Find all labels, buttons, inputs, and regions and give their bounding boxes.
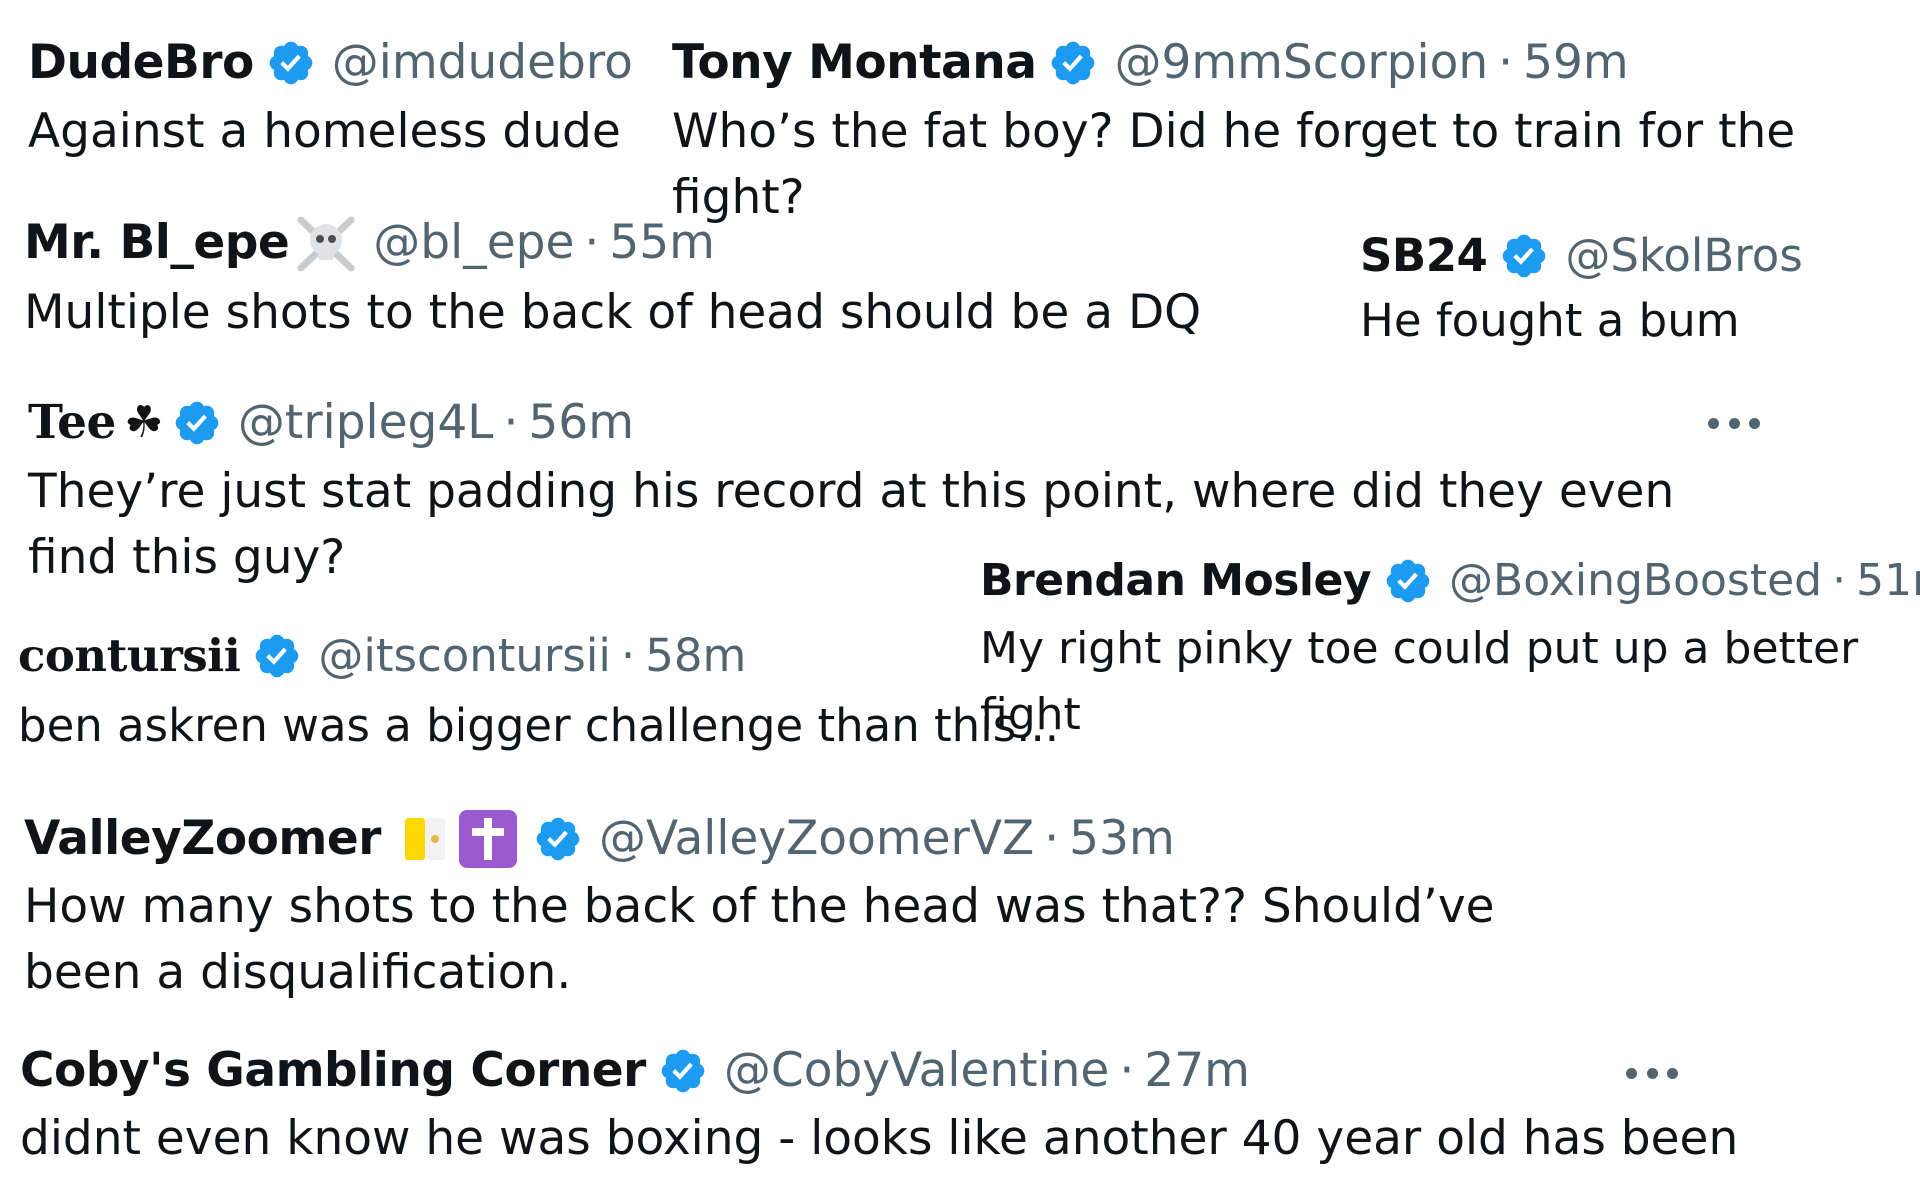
reply-valleyzoomer[interactable]: ValleyZoomer @ValleyZoomerVZ · 53m How m… bbox=[24, 808, 1724, 1006]
separator-dot: · bbox=[584, 215, 600, 270]
timestamp[interactable]: 56m bbox=[528, 392, 634, 454]
more-options-button[interactable] bbox=[1626, 1068, 1678, 1080]
more-dot bbox=[1728, 418, 1740, 429]
handle[interactable]: @itscontursii bbox=[318, 625, 611, 687]
shamrock-icon: ☘ bbox=[124, 397, 164, 448]
verified-badge-icon bbox=[266, 38, 316, 88]
display-name[interactable]: ValleyZoomer bbox=[24, 808, 381, 870]
handle[interactable]: @SkolBros bbox=[1565, 228, 1802, 284]
display-name[interactable]: SB24 bbox=[1360, 228, 1488, 284]
timestamp[interactable]: 58m bbox=[645, 625, 746, 687]
display-name[interactable]: Tee bbox=[28, 392, 116, 454]
verified-badge-icon bbox=[533, 814, 583, 864]
latin-cross-icon bbox=[458, 810, 517, 868]
vatican-flag-icon bbox=[403, 814, 447, 864]
more-dot bbox=[1646, 1068, 1658, 1079]
reply-header: Tee ☘ @tripleg4L · 56m bbox=[28, 392, 1728, 454]
verified-badge-icon bbox=[1383, 556, 1433, 606]
reply-header: DudeBro @imdudebro bbox=[28, 32, 633, 94]
verified-badge-icon bbox=[252, 631, 302, 681]
display-name[interactable]: Tony Montana bbox=[672, 32, 1037, 94]
reply-text: ben askren was a bigger challenge than t… bbox=[18, 699, 1060, 752]
display-name[interactable]: contursii bbox=[18, 625, 241, 687]
reply-text: He fought a bum bbox=[1360, 294, 1740, 347]
display-name[interactable]: Brendan Mosley bbox=[980, 550, 1372, 612]
more-options-button[interactable] bbox=[1708, 418, 1760, 430]
reply-text: Against a homeless dude bbox=[28, 104, 621, 159]
timestamp[interactable]: 51m bbox=[1856, 550, 1920, 612]
handle[interactable]: @tripleg4L bbox=[238, 392, 494, 454]
skull-and-crossbones-icon bbox=[293, 212, 359, 274]
more-dot bbox=[1626, 1068, 1637, 1079]
timestamp[interactable]: 53m bbox=[1069, 808, 1175, 870]
more-dot bbox=[1667, 1068, 1678, 1079]
reply-text: How many shots to the back of the head w… bbox=[24, 879, 1495, 1000]
handle[interactable]: @9mmScorpion bbox=[1114, 32, 1488, 94]
more-dot bbox=[1749, 418, 1760, 429]
reply-sb24[interactable]: SB24 @SkolBros He fought a bum bbox=[1360, 228, 1803, 354]
handle[interactable]: @ValleyZoomerVZ bbox=[599, 808, 1034, 870]
verified-badge-icon bbox=[172, 398, 222, 448]
handle[interactable]: @BoxingBoosted bbox=[1449, 550, 1822, 612]
reply-mr-bl-epe[interactable]: Mr. Bl_epe @bl_epe · 55m Multiple shots … bbox=[24, 212, 1201, 346]
reply-text: Multiple shots to the back of head shoul… bbox=[24, 285, 1202, 340]
handle[interactable]: @imdudebro bbox=[332, 32, 633, 94]
more-dot bbox=[1708, 418, 1719, 429]
reply-cobys-gambling-corner[interactable]: Coby's Gambling Corner @CobyValentine · … bbox=[20, 1040, 1739, 1172]
separator-dot: · bbox=[503, 395, 519, 450]
reply-header: SB24 @SkolBros bbox=[1360, 228, 1803, 284]
handle[interactable]: @bl_epe bbox=[373, 212, 574, 274]
display-name[interactable]: Coby's Gambling Corner bbox=[20, 1040, 646, 1102]
timestamp[interactable]: 27m bbox=[1144, 1040, 1250, 1102]
reply-header: Coby's Gambling Corner @CobyValentine · … bbox=[20, 1040, 1720, 1102]
separator-dot: · bbox=[1498, 35, 1514, 90]
separator-dot: · bbox=[1832, 555, 1847, 606]
separator-dot: · bbox=[620, 629, 636, 682]
display-name[interactable]: Mr. Bl_epe bbox=[24, 212, 290, 274]
reply-text: My right pinky toe could put up a better… bbox=[980, 623, 1859, 740]
reply-dudebro[interactable]: DudeBro @imdudebro Against a homeless du… bbox=[28, 32, 633, 165]
reply-header: contursii @itscontursii · 58m bbox=[18, 625, 1059, 687]
reply-tony-montana[interactable]: Tony Montana @9mmScorpion · 59m Who’s th… bbox=[672, 32, 1920, 231]
separator-dot: · bbox=[1044, 811, 1060, 866]
verified-badge-icon bbox=[1499, 231, 1549, 281]
reply-contursii[interactable]: contursii @itscontursii · 58m ben askren… bbox=[18, 625, 1059, 759]
reply-header: Mr. Bl_epe @bl_epe · 55m bbox=[24, 212, 1201, 274]
reply-header: Brendan Mosley @BoxingBoosted · 51m bbox=[980, 550, 1920, 612]
reply-header: ValleyZoomer @ValleyZoomerVZ · 53m bbox=[24, 808, 1724, 870]
verified-badge-icon bbox=[658, 1046, 708, 1096]
separator-dot: · bbox=[1119, 1043, 1135, 1098]
handle[interactable]: @CobyValentine bbox=[724, 1040, 1109, 1102]
display-name[interactable]: DudeBro bbox=[28, 32, 254, 94]
timestamp[interactable]: 55m bbox=[609, 212, 715, 274]
reply-header: Tony Montana @9mmScorpion · 59m bbox=[672, 32, 1920, 94]
reply-text: didnt even know he was boxing - looks li… bbox=[20, 1111, 1739, 1166]
verified-badge-icon bbox=[1048, 38, 1098, 88]
reply-brendan-mosley[interactable]: Brendan Mosley @BoxingBoosted · 51m My r… bbox=[980, 550, 1920, 748]
timestamp[interactable]: 59m bbox=[1523, 32, 1629, 94]
